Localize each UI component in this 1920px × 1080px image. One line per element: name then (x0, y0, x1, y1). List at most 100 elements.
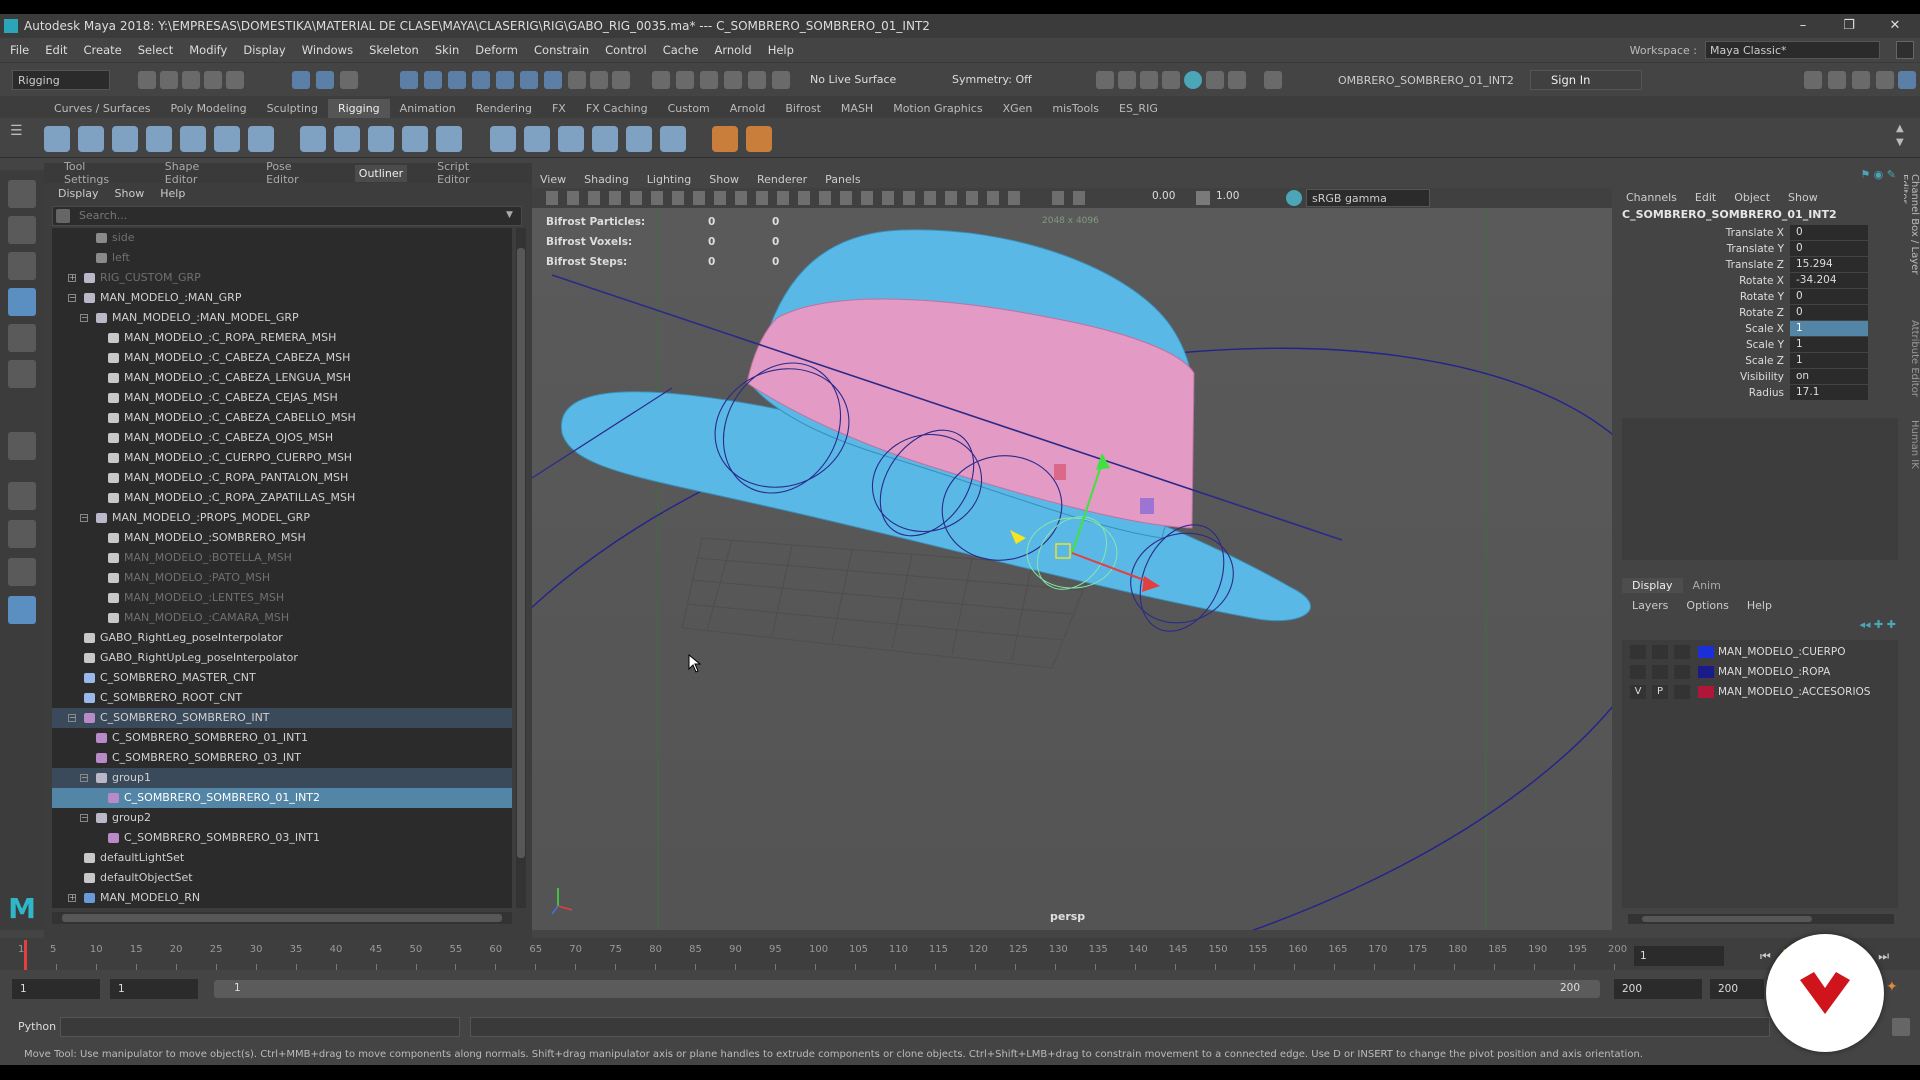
shelf-tab-es-rig[interactable]: ES_RIG (1109, 99, 1168, 118)
channel-name[interactable]: Scale Z (1745, 353, 1784, 369)
outliner-item[interactable]: defaultObjectSet (52, 868, 512, 888)
channel-value[interactable]: 1 (1790, 321, 1868, 336)
channel-value[interactable]: 0 (1790, 241, 1868, 256)
scrollbar-thumb[interactable] (62, 914, 502, 922)
render-setup-icon[interactable] (748, 71, 766, 89)
channel-row[interactable]: Translate X 0 (1622, 225, 1894, 241)
shelf-tab-rigging[interactable]: Rigging (327, 99, 390, 118)
outliner-item[interactable]: MAN_MODELO_:CAMARA_MSH (52, 608, 512, 628)
outliner-item[interactable]: − MAN_MODELO_:PROPS_MODEL_GRP (52, 508, 512, 528)
scale-constraint-icon[interactable] (592, 126, 618, 152)
snap-surface-icon[interactable] (472, 71, 490, 89)
render-batch-icon[interactable] (1206, 71, 1224, 89)
redo-icon[interactable] (226, 71, 244, 89)
hypershade-icon[interactable] (724, 71, 742, 89)
outliner-item[interactable]: C_SOMBRERO_ROOT_CNT (52, 688, 512, 708)
outliner-item[interactable]: + RIG_CUSTOM_GRP (52, 268, 512, 288)
collapse-icon[interactable]: − (80, 774, 88, 782)
four-pane-layout-icon[interactable] (8, 520, 36, 548)
tab-display-layers[interactable]: Display (1622, 577, 1683, 593)
attribute-editor-toggle-icon[interactable] (1828, 71, 1846, 89)
wand-icon[interactable] (612, 71, 630, 89)
outliner-item[interactable]: MAN_MODELO_:PATO_MSH (52, 568, 512, 588)
collapse-icon[interactable]: − (68, 714, 76, 722)
display-layer-row[interactable]: MAN_MODELO_:CUERPO (1622, 642, 1898, 662)
animation-end-field[interactable]: 200 (1710, 979, 1764, 999)
move-tool-icon[interactable] (8, 288, 36, 316)
quick-rig-icon[interactable] (248, 126, 274, 152)
shelf-tab-bifrost[interactable]: Bifrost (775, 99, 831, 118)
channel-name[interactable]: Rotate Y (1740, 289, 1784, 305)
collapse-icon[interactable]: − (80, 314, 88, 322)
viewport-menu-lighting[interactable]: Lighting (647, 173, 691, 186)
channel-name[interactable]: Translate X (1726, 225, 1784, 241)
range-slider[interactable]: 1 200 (214, 980, 1600, 998)
menu-set-dropdown[interactable]: Rigging (12, 70, 110, 90)
channel-row[interactable]: Translate Z 15.294 (1622, 257, 1894, 273)
channel-row[interactable]: Scale Y 1 (1622, 337, 1894, 353)
menu-constrain[interactable]: Constrain (534, 43, 589, 57)
gamma-icon[interactable] (1196, 191, 1210, 205)
layer-playback-toggle[interactable]: P (1652, 685, 1668, 699)
humanik-icon[interactable] (214, 126, 240, 152)
layer-display-type-toggle[interactable] (1674, 665, 1690, 679)
modeling-toolkit-icon[interactable] (1804, 71, 1822, 89)
lock-selection-icon[interactable] (568, 71, 586, 89)
layer-scrollbar[interactable] (1628, 914, 1894, 924)
current-time-marker[interactable] (24, 940, 27, 970)
parent-constraint-icon[interactable] (626, 126, 652, 152)
scale-tool-icon[interactable] (8, 360, 36, 388)
history-icon[interactable] (590, 71, 608, 89)
channel-value[interactable]: 15.294 (1790, 257, 1868, 272)
outliner-item[interactable]: GABO_RightLeg_poseInterpolator (52, 628, 512, 648)
viewport-menu-renderer[interactable]: Renderer (757, 173, 807, 186)
shelf-tab-mistools[interactable]: misTools (1042, 99, 1109, 118)
outliner-item[interactable]: MAN_MODELO_:C_ROPA_ZAPATILLAS_MSH (52, 488, 512, 508)
outliner-menu-show[interactable]: Show (115, 187, 145, 200)
channel-row[interactable]: Radius 17.1 (1622, 385, 1894, 401)
bind-skin-icon[interactable] (300, 126, 326, 152)
viewport-menu-panels[interactable]: Panels (825, 173, 860, 186)
menu-deform[interactable]: Deform (475, 43, 518, 57)
outliner-item[interactable]: MAN_MODELO_:C_ROPA_REMERA_MSH (52, 328, 512, 348)
collapse-icon[interactable]: − (68, 294, 76, 302)
ipr-render-icon[interactable] (676, 71, 694, 89)
channels-menu-edit[interactable]: Edit (1695, 191, 1716, 204)
channel-value[interactable]: -34.204 (1790, 273, 1868, 288)
channel-name[interactable]: Rotate X (1739, 273, 1784, 289)
ik-handle-icon[interactable] (78, 126, 104, 152)
channels-menu-show[interactable]: Show (1788, 191, 1818, 204)
render-sequence-icon[interactable] (1140, 71, 1158, 89)
locator-icon[interactable] (712, 126, 738, 152)
shelf-tab-xgen[interactable]: XGen (993, 99, 1043, 118)
scrollbar-thumb[interactable] (517, 248, 525, 858)
cluster-icon[interactable] (402, 126, 428, 152)
outliner-menu-help[interactable]: Help (160, 187, 185, 200)
blendshape-icon[interactable] (436, 126, 462, 152)
aim-constraint-icon[interactable] (524, 126, 550, 152)
layer-color-swatch[interactable] (1698, 686, 1714, 698)
menu-windows[interactable]: Windows (302, 43, 353, 57)
side-tab-channel-box[interactable]: Channel Box / Layer Editor (1904, 174, 1920, 304)
outliner-search-input[interactable]: Search... (52, 206, 522, 226)
select-object-icon[interactable] (316, 71, 334, 89)
outliner-item[interactable]: MAN_MODELO_:BOTELLA_MSH (52, 548, 512, 568)
collapse-icon[interactable]: − (80, 514, 88, 522)
shelf-tab-sculpting[interactable]: Sculpting (257, 99, 328, 118)
maximize-button[interactable]: ❐ (1826, 14, 1872, 38)
orient-joint-icon[interactable] (180, 126, 206, 152)
animation-start-field[interactable]: 1 (12, 979, 100, 999)
select-component-icon[interactable] (340, 71, 358, 89)
symmetry-dropdown[interactable]: Symmetry: Off (952, 73, 1032, 86)
menu-edit[interactable]: Edit (45, 43, 67, 57)
channels-menu-channels[interactable]: Channels (1626, 191, 1677, 204)
viewport-menu-view[interactable]: View (540, 173, 566, 186)
live-surface-label[interactable]: No Live Surface (810, 73, 896, 86)
lasso-tool-icon[interactable] (8, 216, 36, 244)
shelf-tab-curves[interactable]: Curves / Surfaces (44, 99, 161, 118)
render-icon[interactable] (652, 71, 670, 89)
outliner-item[interactable]: − C_SOMBRERO_SOMBRERO_INT (52, 708, 512, 728)
channel-value[interactable]: 1 (1790, 353, 1868, 368)
current-frame-field[interactable]: 1 (1634, 946, 1724, 966)
outliner-item[interactable]: − group2 (52, 808, 512, 828)
